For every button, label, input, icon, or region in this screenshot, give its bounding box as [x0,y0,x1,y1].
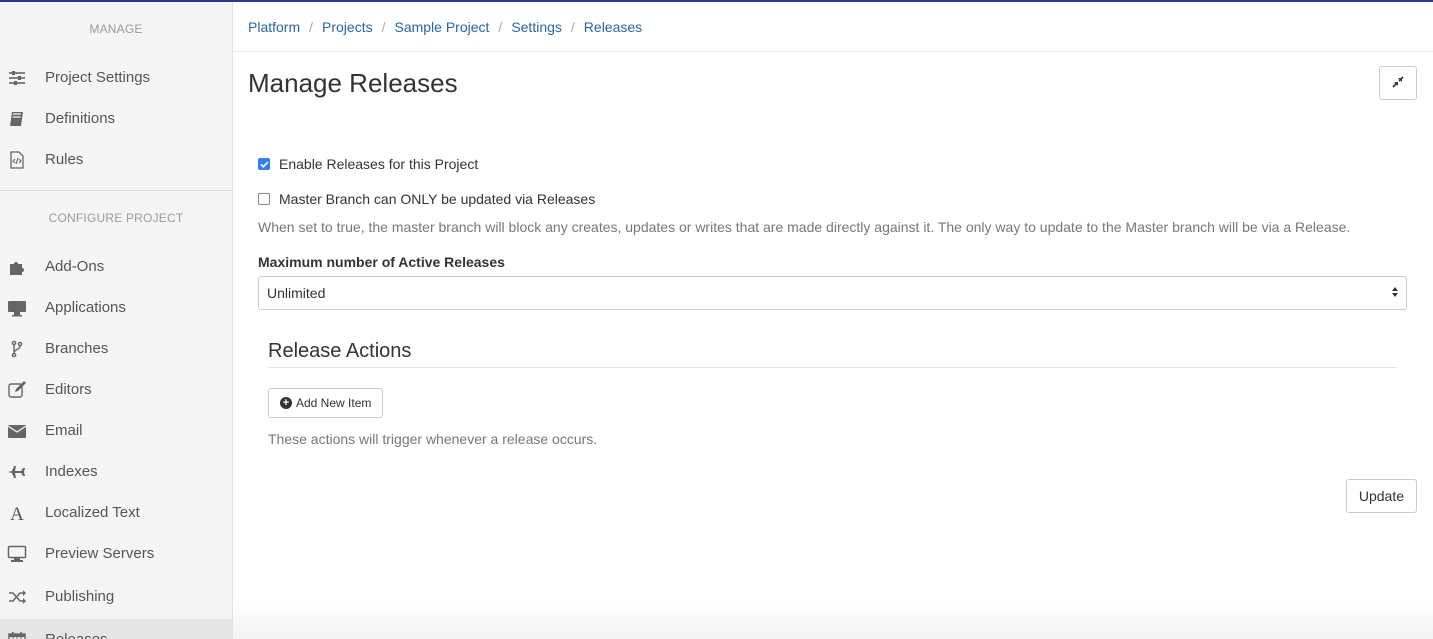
plus-circle-icon: + [280,397,292,409]
breadcrumb-settings[interactable]: Settings [511,19,562,35]
sidebar-item-applications[interactable]: Applications [0,287,232,328]
breadcrumb-separator: / [309,18,314,35]
select-arrows-icon [1391,285,1399,301]
sidebar-item-label: Applications [45,299,126,316]
breadcrumb-separator: / [498,18,503,35]
main-content: Platform / Projects / Sample Project / S… [233,2,1433,639]
sidebar-item-label: Editors [45,381,92,398]
master-branch-checkbox[interactable] [258,193,270,205]
puzzle-icon [6,256,28,278]
release-actions-title: Release Actions [268,340,1397,368]
breadcrumb-separator: / [381,18,386,35]
breadcrumb-separator: / [570,18,575,35]
sidebar-item-localized-text[interactable]: A Localized Text [0,492,232,533]
sidebar-item-publishing[interactable]: Publishing [0,574,232,619]
sidebar-item-label: Releases [45,631,108,639]
max-releases-select[interactable]: Unlimited [258,276,1407,310]
sidebar-item-editors[interactable]: Editors [0,369,232,410]
max-releases-value: Unlimited [267,285,326,301]
sidebar-item-preview-servers[interactable]: Preview Servers [0,533,232,574]
breadcrumb: Platform / Projects / Sample Project / S… [233,2,1433,52]
branch-icon [6,338,28,360]
calendar-icon [6,629,28,639]
breadcrumb-releases[interactable]: Releases [584,19,642,35]
master-branch-label: Master Branch can ONLY be updated via Re… [279,191,596,207]
breadcrumb-projects[interactable]: Projects [322,19,373,35]
sidebar-item-label: Preview Servers [45,545,155,562]
sidebar-item-rules[interactable]: Rules [0,139,232,180]
sidebar-item-label: Localized Text [45,504,140,521]
update-button[interactable]: Update [1345,479,1417,513]
book-icon [6,108,28,130]
sidebar-item-releases[interactable]: Releases [0,619,232,639]
edit-icon [6,379,28,401]
breadcrumb-sample-project[interactable]: Sample Project [394,19,489,35]
release-actions-section: Release Actions + Add New Item These act… [268,340,1397,447]
sidebar-item-label: Email [45,422,83,439]
sliders-icon [6,67,28,89]
sidebar-item-label: Add-Ons [45,258,105,275]
breadcrumb-platform[interactable]: Platform [248,19,300,35]
release-actions-help: These actions will trigger whenever a re… [268,431,598,447]
sidebar-item-label: Indexes [45,463,98,480]
master-branch-help: When set to true, the master branch will… [258,219,1351,235]
collapse-button[interactable] [1379,66,1417,100]
sidebar-heading-configure: CONFIGURE PROJECT [48,211,184,225]
add-new-item-button[interactable]: + Add New Item [268,388,384,418]
enable-releases-row[interactable]: Enable Releases for this Project [258,152,1408,176]
sidebar-item-project-settings[interactable]: Project Settings [0,57,232,98]
font-icon: A [6,502,28,524]
sidebar-heading-manage: MANAGE [89,22,143,36]
plane-icon [6,461,28,483]
sidebar-item-label: Definitions [45,110,116,127]
sidebar-item-label: Rules [45,151,84,168]
sidebar-item-add-ons[interactable]: Add-Ons [0,246,232,287]
shuffle-icon [6,586,28,608]
page-title: Manage Releases [248,68,458,98]
desktop-icon [6,297,28,319]
add-new-item-label: Add New Item [296,396,372,410]
max-releases-label: Maximum number of Active Releases [258,254,505,270]
envelope-icon [6,420,28,442]
monitor-icon [6,543,28,565]
sidebar-item-definitions[interactable]: Definitions [0,98,232,139]
sidebar-item-label: Publishing [45,588,115,605]
sidebar-item-email[interactable]: Email [0,410,232,451]
master-branch-row[interactable]: Master Branch can ONLY be updated via Re… [258,187,1408,211]
release-settings-form: Enable Releases for this Project Master … [258,152,1408,310]
enable-releases-checkbox[interactable] [258,158,270,170]
svg-text:A: A [10,504,24,523]
checkmark-icon [259,160,269,168]
compress-icon [1392,75,1404,91]
sidebar-item-label: Branches [45,340,109,357]
sidebar-item-label: Project Settings [45,69,151,86]
enable-releases-label: Enable Releases for this Project [279,156,479,172]
code-file-icon [6,149,28,171]
sidebar-item-indexes[interactable]: Indexes [0,451,232,492]
sidebar: MANAGE Project Settings Definitions Rule… [0,2,233,639]
sidebar-item-branches[interactable]: Branches [0,328,232,369]
